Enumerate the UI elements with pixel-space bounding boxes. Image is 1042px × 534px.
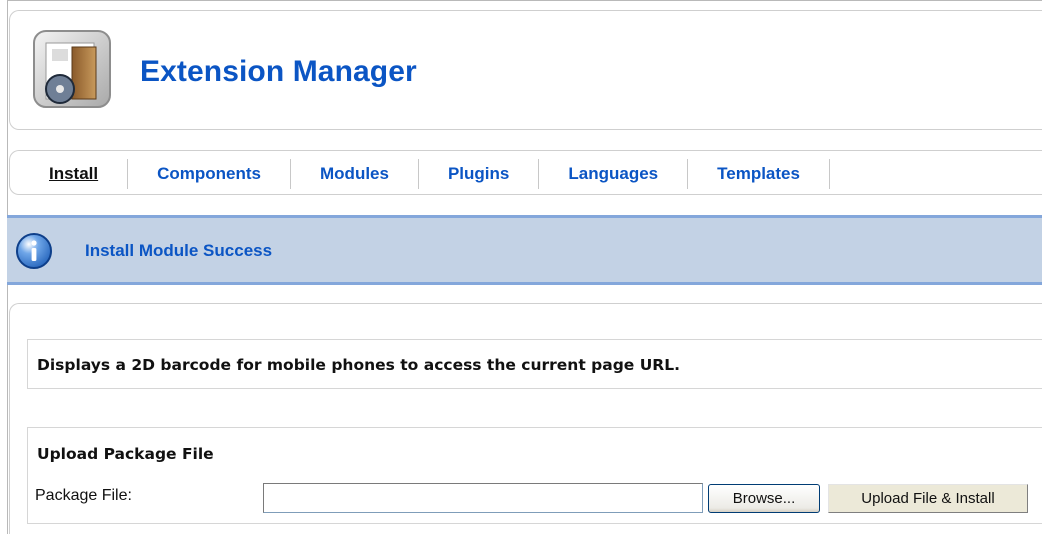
upload-heading: Upload Package File <box>37 445 214 463</box>
browse-button[interactable]: Browse... <box>708 484 820 513</box>
system-message: Install Module Success <box>7 215 1042 285</box>
extension-manager-icon <box>33 30 111 108</box>
module-description: Displays a 2D barcode for mobile phones … <box>27 339 1042 389</box>
upload-package-form: Upload Package File Package File: Browse… <box>27 427 1042 524</box>
package-file-input[interactable] <box>263 483 703 513</box>
tab-languages[interactable]: Languages <box>539 158 689 189</box>
tab-install[interactable]: Install <box>10 158 129 189</box>
tab-components[interactable]: Components <box>128 158 292 189</box>
tab-list: Install Components Modules Plugins Langu… <box>10 151 830 196</box>
info-icon <box>16 233 52 269</box>
upload-install-button[interactable]: Upload File & Install <box>828 484 1028 513</box>
package-file-label: Package File: <box>35 487 132 504</box>
tab-plugins[interactable]: Plugins <box>419 158 540 189</box>
message-text: Install Module Success <box>85 241 273 260</box>
submenu-tabs: Install Components Modules Plugins Langu… <box>9 150 1042 195</box>
tab-modules[interactable]: Modules <box>291 158 419 189</box>
description-text: Displays a 2D barcode for mobile phones … <box>37 356 680 374</box>
header: Extension Manager <box>9 10 1042 130</box>
tab-templates[interactable]: Templates <box>688 158 830 189</box>
page-title: Extension Manager <box>140 55 417 88</box>
